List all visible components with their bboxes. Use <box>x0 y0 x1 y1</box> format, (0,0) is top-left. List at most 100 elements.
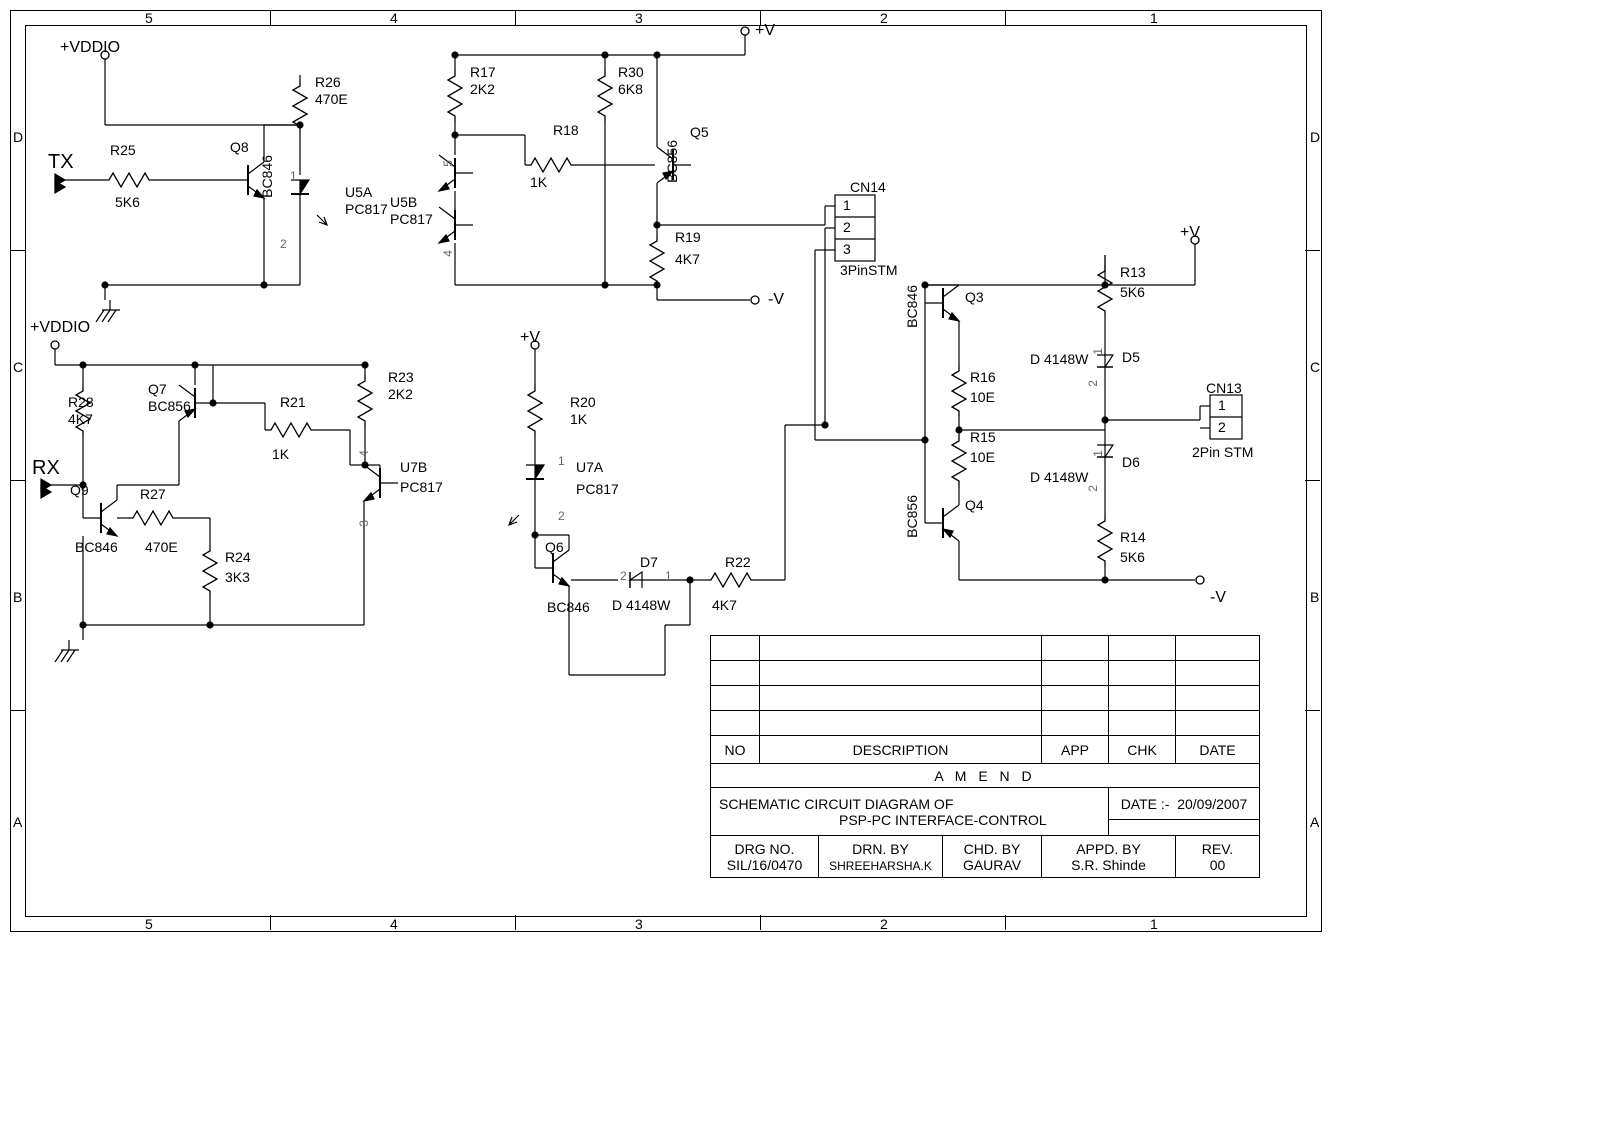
signal-tx: TX <box>48 152 74 172</box>
ref-U5B: U5B <box>390 195 417 209</box>
ref-R22: R22 <box>725 555 751 569</box>
ref-U7A: U7A <box>576 460 603 474</box>
type-CN13: 2Pin STM <box>1192 445 1253 459</box>
zone-col: 4 <box>390 917 398 931</box>
ref-R27: R27 <box>140 487 166 501</box>
rail-plusv: +V <box>755 23 775 39</box>
val-R16: 10E <box>970 390 995 404</box>
type-CN14: 3PinSTM <box>840 263 898 277</box>
ref-Q5: Q5 <box>690 125 709 139</box>
type-Q6: BC846 <box>547 600 590 614</box>
pin: 2 <box>558 510 565 522</box>
hdr-desc: DESCRIPTION <box>760 736 1042 764</box>
pin: 2 <box>1087 380 1099 387</box>
pin: 4 <box>442 250 454 257</box>
pin: 1 <box>1092 348 1104 355</box>
val-R26: 470E <box>315 92 348 106</box>
rail-plusv: +V <box>520 330 540 346</box>
zone-tick <box>515 10 516 25</box>
cn13-pin1: 1 <box>1218 398 1226 412</box>
val-R27: 470E <box>145 540 178 554</box>
val-R19: 4K7 <box>675 252 700 266</box>
hdr-chk: CHK <box>1109 736 1176 764</box>
ref-R26: R26 <box>315 75 341 89</box>
zone-row: B <box>1310 590 1319 604</box>
appd-lbl: APPD. BY <box>1076 841 1141 857</box>
cn14-pin1: 1 <box>843 198 851 212</box>
val-R17: 2K2 <box>470 82 495 96</box>
zone-row: C <box>1310 360 1320 374</box>
title1: SCHEMATIC CIRCUIT DIAGRAM OF <box>719 796 953 812</box>
type-D6: D 4148W <box>1030 470 1088 484</box>
ref-R23: R23 <box>388 370 414 384</box>
type-Q9: BC846 <box>75 540 118 554</box>
zone-tick <box>760 915 761 930</box>
hdr-date: DATE <box>1176 736 1260 764</box>
ref-Q6: Q6 <box>545 540 564 554</box>
ref-U5A: U5A <box>345 185 372 199</box>
rail-plusv: +V <box>1180 225 1200 241</box>
ref-Q4: Q4 <box>965 498 984 512</box>
zone-col: 1 <box>1150 11 1158 25</box>
zone-tick <box>10 250 25 251</box>
val-R23: 2K2 <box>388 387 413 401</box>
type-U7A: PC817 <box>576 482 619 496</box>
type-Q7: BC856 <box>148 399 191 413</box>
pin: 3 <box>358 520 370 527</box>
zone-col: 2 <box>880 11 888 25</box>
zone-col: 5 <box>145 11 153 25</box>
val-R21: 1K <box>272 447 289 461</box>
zone-tick <box>1305 250 1320 251</box>
type-U5A: PC817 <box>345 202 388 216</box>
date-lbl: DATE :- <box>1121 796 1170 812</box>
zone-col: 2 <box>880 917 888 931</box>
pin: 1 <box>665 570 672 582</box>
ref-R30: R30 <box>618 65 644 79</box>
rail-vddio: +VDDIO <box>60 40 120 56</box>
rail-minusv: -V <box>768 292 784 308</box>
chd-val: GAURAV <box>963 857 1021 873</box>
type-U7B: PC817 <box>400 480 443 494</box>
ref-R13: R13 <box>1120 265 1146 279</box>
ref-Q3: Q3 <box>965 290 984 304</box>
hdr-no: NO <box>711 736 760 764</box>
val-R24: 3K3 <box>225 570 250 584</box>
ref-Q8: Q8 <box>230 140 249 154</box>
zone-col: 4 <box>390 11 398 25</box>
ref-R14: R14 <box>1120 530 1146 544</box>
val-R28: 4K7 <box>68 412 93 426</box>
type-Q4: BC856 <box>905 495 919 538</box>
zone-tick <box>515 915 516 930</box>
pin: 2 <box>1087 485 1099 492</box>
pin: 5 <box>442 160 454 167</box>
zone-row: B <box>13 590 22 604</box>
zone-tick <box>10 710 25 711</box>
zone-row: D <box>13 130 23 144</box>
pin: 1 <box>290 170 297 182</box>
pin: 2 <box>620 570 627 582</box>
ref-R16: R16 <box>970 370 996 384</box>
ref-R19: R19 <box>675 230 701 244</box>
pin: 1 <box>1092 450 1104 457</box>
zone-tick <box>10 480 25 481</box>
rev-lbl: REV. <box>1202 841 1233 857</box>
ref-Q9: Q9 <box>70 483 89 497</box>
type-U5B: PC817 <box>390 212 433 226</box>
rail-minusv: -V <box>1210 590 1226 606</box>
pin: 2 <box>280 238 287 250</box>
drn-lbl: DRN. BY <box>852 841 909 857</box>
zone-tick <box>1305 710 1320 711</box>
revision-table: NO DESCRIPTION APP CHK DATE A M E N D SC… <box>710 635 1260 878</box>
chd-lbl: CHD. BY <box>964 841 1021 857</box>
zone-tick <box>270 915 271 930</box>
date-val: 20/09/2007 <box>1177 796 1247 812</box>
zone-row: A <box>1310 815 1319 829</box>
ref-U7B: U7B <box>400 460 427 474</box>
zone-tick <box>270 10 271 25</box>
zone-row: D <box>1310 130 1320 144</box>
ref-Q7: Q7 <box>148 382 167 396</box>
type-D5: D 4148W <box>1030 352 1088 366</box>
val-R30: 6K8 <box>618 82 643 96</box>
drg-val: SIL/16/0470 <box>727 857 803 873</box>
ref-R28: R28 <box>68 395 94 409</box>
